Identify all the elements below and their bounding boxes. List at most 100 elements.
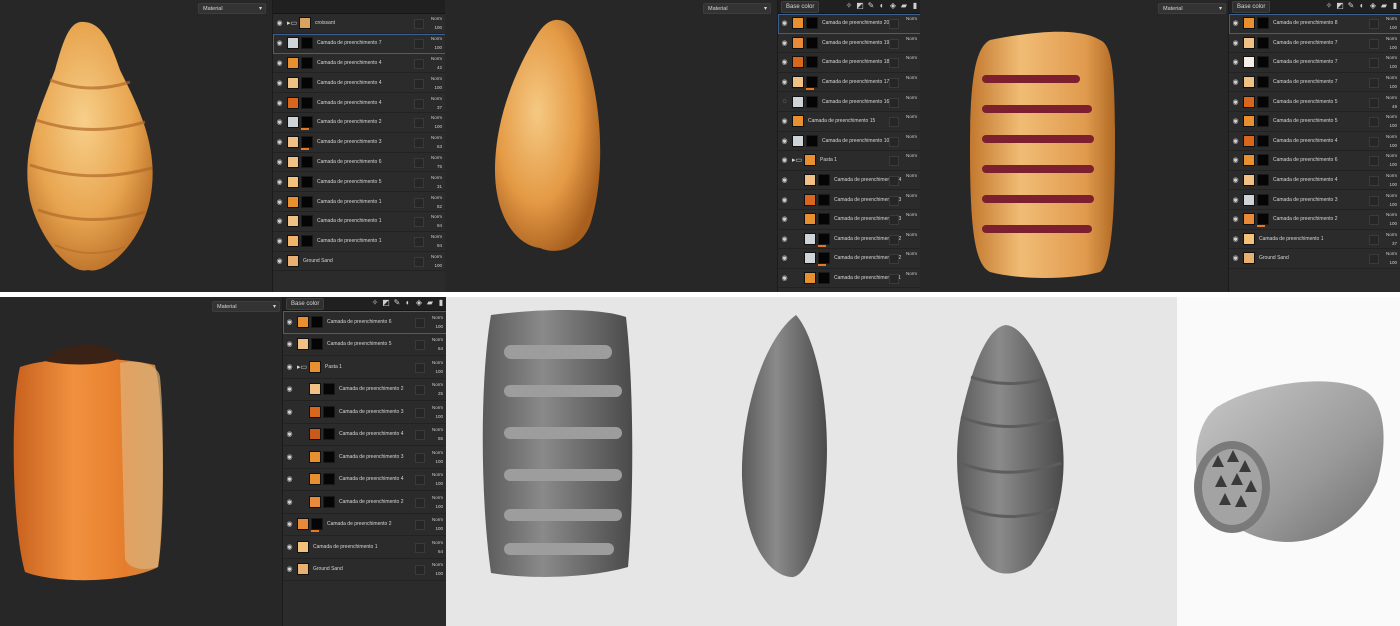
layer-checkbox[interactable] xyxy=(1369,156,1379,167)
layer-checkbox[interactable] xyxy=(415,385,425,396)
layer-blend[interactable]: Norm xyxy=(906,93,917,102)
layer-checkbox[interactable] xyxy=(889,19,899,30)
smart-icon[interactable]: ◈ xyxy=(889,1,897,11)
eye-icon[interactable]: ◉ xyxy=(285,363,294,371)
layer-blend[interactable]: Norm 100 xyxy=(1386,53,1397,71)
layer-row[interactable]: ◉ Camada de preenchimento 4 Norm 100 xyxy=(283,469,446,491)
layer-blend[interactable]: Norm 100 xyxy=(432,493,443,511)
layer-blend[interactable]: Norm 100 xyxy=(431,252,442,270)
layer-blend[interactable]: Norm 100 xyxy=(431,113,442,131)
layer-blend[interactable]: Norm xyxy=(906,34,917,43)
layer-checkbox[interactable] xyxy=(415,475,425,486)
mask-icon[interactable]: ◩ xyxy=(856,1,864,11)
layer-row[interactable]: ◉ Camada de preenchimento 4 Norm 55 xyxy=(283,424,446,446)
layer-row[interactable]: ◉ Camada de preenchimento 12 Norm xyxy=(778,230,920,250)
layer-checkbox[interactable] xyxy=(414,256,424,267)
layer-checkbox[interactable] xyxy=(1369,58,1379,69)
layer-blend[interactable]: Norm xyxy=(906,151,917,160)
eye-icon[interactable]: ◉ xyxy=(275,118,284,126)
eye-icon[interactable]: ◉ xyxy=(275,237,284,245)
viewport-strudel[interactable]: Material ▾ xyxy=(920,0,1228,292)
eye-icon[interactable]: ◉ xyxy=(1231,215,1240,223)
layer-row[interactable]: ◉ Camada de preenchimento 10 Norm xyxy=(778,132,920,152)
layer-row[interactable]: ◉ Camada de preenchimento 4 Norm 100 xyxy=(1229,171,1400,191)
eye-icon[interactable]: ◉ xyxy=(1231,98,1240,106)
layer-row[interactable]: ◉ Camada de preenchimento 5 Norm 31 xyxy=(273,172,445,193)
layer-blend[interactable]: Norm xyxy=(906,132,917,141)
layer-row[interactable]: ◉ Camada de preenchimento 1 Norm 82 xyxy=(273,192,445,212)
layer-row[interactable]: ◉ Camada de preenchimento 1 Norm 94 xyxy=(273,212,445,232)
layer-blend[interactable]: Norm 100 xyxy=(1386,112,1397,130)
layer-row[interactable]: ◉ Camada de preenchimento 18 Norm xyxy=(778,53,920,73)
eye-icon[interactable]: ◉ xyxy=(780,19,789,27)
viewport-croissant[interactable]: Material ▾ xyxy=(0,0,272,292)
eye-icon[interactable]: ◉ xyxy=(1231,117,1240,125)
layer-blend[interactable]: Norm 100 xyxy=(1386,132,1397,150)
layer-row[interactable]: ◉ Camada de preenchimento 5 Norm 49 xyxy=(1229,92,1400,112)
layer-row[interactable]: ◉ Camada de preenchimento 13 Norm xyxy=(778,190,920,210)
layer-row[interactable]: ◉ Camada de preenchimento 2 Norm 100 xyxy=(283,514,446,536)
layer-blend[interactable]: Norm 42 xyxy=(431,54,442,72)
eye-icon[interactable]: ◉ xyxy=(1231,176,1240,184)
eye-icon[interactable]: ◉ xyxy=(285,430,294,438)
layer-blend[interactable]: Norm 100 xyxy=(1386,73,1397,91)
layer-blend[interactable]: Norm xyxy=(906,112,917,121)
layer-checkbox[interactable] xyxy=(889,97,899,108)
eye-icon[interactable]: ◉ xyxy=(1231,235,1240,243)
layer-checkbox[interactable] xyxy=(889,38,899,49)
eye-icon[interactable]: ◉ xyxy=(780,176,789,184)
eye-icon[interactable]: ◉ xyxy=(275,99,284,107)
mask-icon[interactable]: ◩ xyxy=(1336,1,1344,11)
layer-row[interactable]: ◉ Camada de preenchimento 11 Norm xyxy=(778,269,920,289)
eye-icon[interactable]: ◉ xyxy=(285,498,294,506)
layer-blend[interactable]: Norm 100 xyxy=(432,470,443,488)
layer-checkbox[interactable] xyxy=(1369,215,1379,226)
layer-blend[interactable]: Norm xyxy=(906,249,917,258)
layer-checkbox[interactable] xyxy=(414,138,424,149)
layer-checkbox[interactable] xyxy=(415,317,425,328)
layer-checkbox[interactable] xyxy=(415,362,425,373)
layer-row[interactable]: ◉ Camada de preenchimento 2 Norm 100 xyxy=(273,113,445,133)
folder-icon[interactable]: ▰ xyxy=(426,298,434,308)
layer-row[interactable]: ◉ Camada de preenchimento 3 Norm 63 xyxy=(273,133,445,153)
eye-icon[interactable]: ◉ xyxy=(275,178,284,186)
fill-icon[interactable]: ◐ xyxy=(404,298,412,308)
eye-icon[interactable]: ◉ xyxy=(275,198,284,206)
eye-icon[interactable]: ◉ xyxy=(285,475,294,483)
layer-row[interactable]: ◉ Camada de preenchimento 6 Norm 75 xyxy=(273,153,445,173)
eye-icon[interactable]: ◉ xyxy=(285,453,294,461)
layer-checkbox[interactable] xyxy=(1369,176,1379,187)
eye-icon[interactable]: ◉ xyxy=(1231,156,1240,164)
layer-blend[interactable]: Norm xyxy=(906,230,917,239)
eye-icon[interactable]: ◉ xyxy=(780,117,789,125)
layer-checkbox[interactable] xyxy=(889,176,899,187)
layer-row[interactable]: ◉ Camada de preenchimento 4 Norm 100 xyxy=(1229,132,1400,152)
layer-row[interactable]: ◉ ▸▭ Pasta 1 Norm xyxy=(778,151,920,171)
layer-checkbox[interactable] xyxy=(889,117,899,128)
eye-icon[interactable]: ◉ xyxy=(1231,196,1240,204)
eye-icon[interactable]: ◉ xyxy=(275,138,284,146)
layer-blend[interactable]: Norm 100 xyxy=(432,560,443,578)
layer-blend[interactable]: Norm 100 xyxy=(432,448,443,466)
layer-row[interactable]: ◉ Camada de preenchimento 1 Norm 64 xyxy=(283,536,446,559)
layer-blend[interactable]: Norm 63 xyxy=(431,133,442,151)
layer-row[interactable]: ◉ Camada de preenchimento 14 Norm xyxy=(778,171,920,191)
layer-row[interactable]: ◉ Ground Sand Norm 100 xyxy=(1229,249,1400,269)
eye-icon[interactable]: ◉ xyxy=(285,340,294,348)
layer-blend[interactable]: Norm 25 xyxy=(432,380,443,398)
eye-icon[interactable]: ◉ xyxy=(780,78,789,86)
eye-icon[interactable]: ◉ xyxy=(275,217,284,225)
layer-blend[interactable]: Norm xyxy=(906,269,917,278)
layer-checkbox[interactable] xyxy=(1369,19,1379,30)
eye-icon[interactable]: ◉ xyxy=(780,215,789,223)
layer-checkbox[interactable] xyxy=(1369,234,1379,245)
eye-icon[interactable]: ◉ xyxy=(780,58,789,66)
layer-checkbox[interactable] xyxy=(415,520,425,531)
wand-icon[interactable]: ✧ xyxy=(845,1,853,11)
folder-icon[interactable]: ▰ xyxy=(1380,1,1388,11)
layer-row[interactable]: ◉ Camada de preenchimento 4 Norm 42 xyxy=(273,54,445,74)
layer-row[interactable]: ◉ Camada de preenchimento 6 Norm 100 xyxy=(1229,151,1400,171)
trash-icon[interactable]: ▮ xyxy=(437,298,445,308)
layer-checkbox[interactable] xyxy=(414,98,424,109)
layer-row[interactable]: ◉ Camada de preenchimento 1 Norm 37 xyxy=(1229,230,1400,250)
